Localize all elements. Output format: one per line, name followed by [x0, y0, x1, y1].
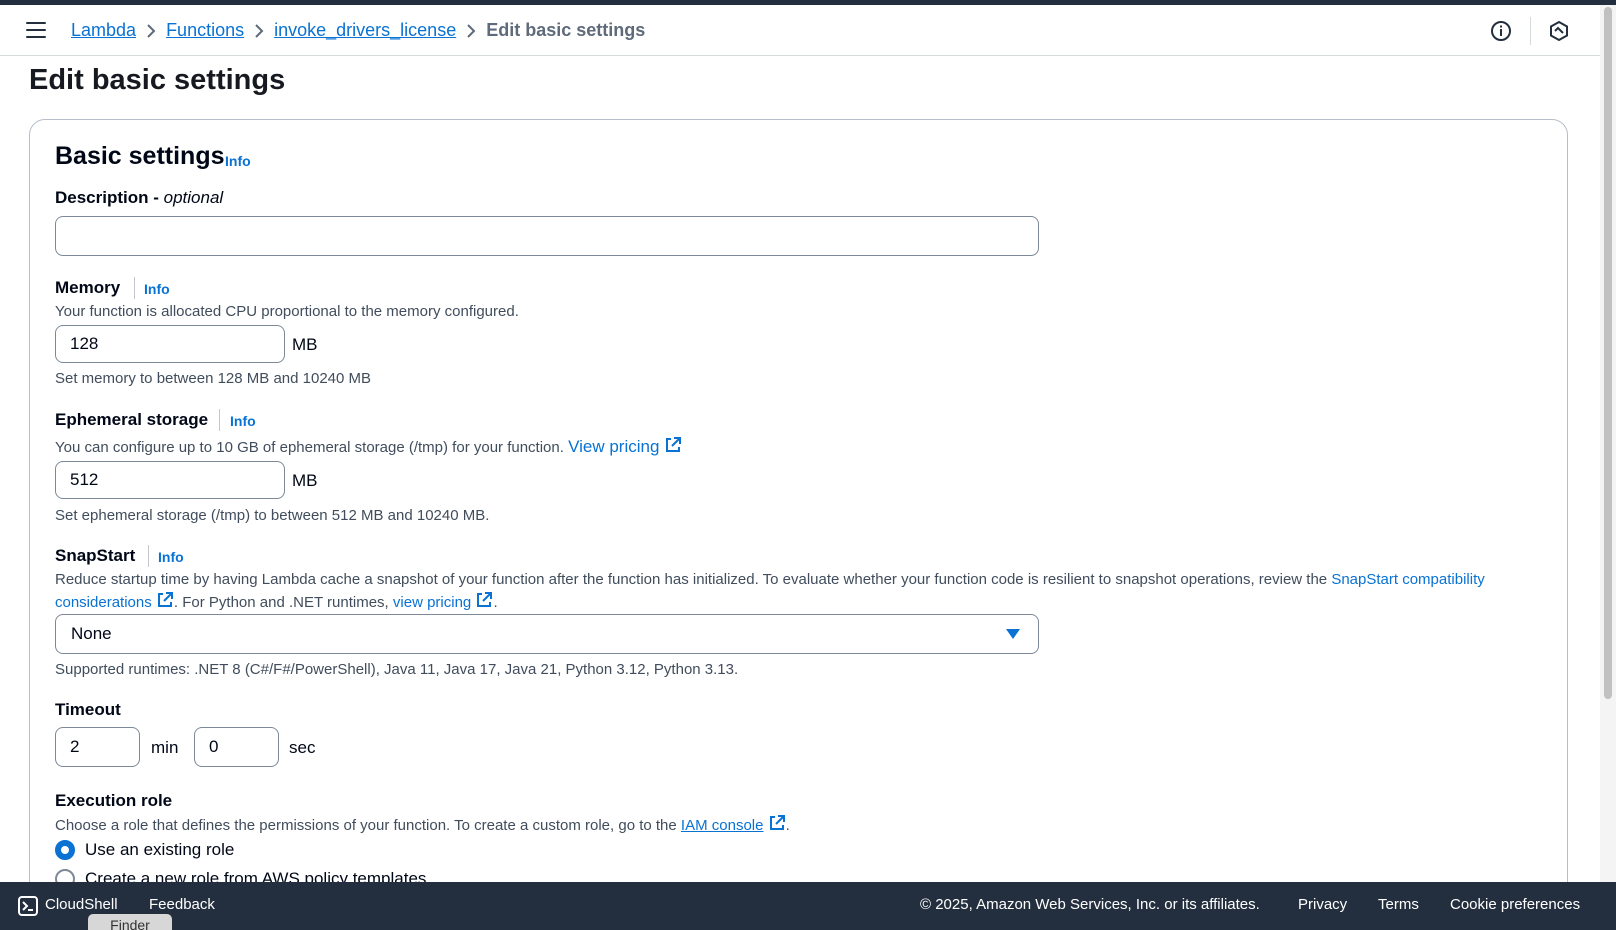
- description-label: Description - optional: [55, 188, 223, 208]
- breadcrumb-current: Edit basic settings: [486, 20, 646, 40]
- description-input[interactable]: [55, 216, 1039, 256]
- snapstart-help-line1: Reduce startup time by having Lambda cac…: [55, 571, 1485, 588]
- memory-info-link[interactable]: Info: [144, 281, 170, 297]
- timeout-min-input[interactable]: 2: [55, 727, 140, 767]
- cookie-preferences-link[interactable]: Cookie preferences: [1450, 896, 1580, 913]
- label-divider: [219, 409, 220, 431]
- ephemeral-view-pricing-link[interactable]: View pricing: [568, 437, 682, 456]
- page-title: Edit basic settings: [29, 64, 286, 96]
- breadcrumb-lambda[interactable]: Lambda: [71, 20, 136, 41]
- label-divider: [134, 277, 135, 299]
- breadcrumb-functions[interactable]: Functions: [166, 20, 244, 41]
- console-footer: CloudShell Feedback © 2025, Amazon Web S…: [0, 882, 1616, 930]
- scrollbar-thumb[interactable]: [1604, 7, 1612, 699]
- menu-icon[interactable]: [26, 22, 46, 40]
- breadcrumb-function-name[interactable]: invoke_drivers_license: [274, 20, 456, 41]
- basic-settings-card: Basic settings Info Description - option…: [29, 119, 1568, 919]
- memory-label: Memory: [55, 278, 121, 297]
- snapstart-help-end: .: [493, 594, 498, 611]
- cloudshell-terminal-icon[interactable]: [18, 896, 38, 916]
- notifications-hex-icon[interactable]: [1548, 20, 1570, 42]
- execution-role-help-sentence: Choose a role that defines the permissio…: [55, 817, 677, 834]
- terms-link[interactable]: Terms: [1378, 896, 1419, 913]
- timeout-label: Timeout: [55, 700, 121, 719]
- caret-down-icon: [1006, 629, 1020, 639]
- iam-console-link[interactable]: IAM console: [681, 817, 764, 834]
- description-label-text: Description -: [55, 188, 164, 207]
- dock-finder-tooltip: Finder: [88, 914, 172, 930]
- execution-role-label: Execution role: [55, 791, 173, 810]
- snapstart-supported-runtimes: Supported runtimes: .NET 8 (C#/F#/PowerS…: [55, 661, 739, 678]
- memory-input[interactable]: 128: [55, 325, 285, 363]
- snapstart-compat-link-cont[interactable]: considerations: [55, 594, 152, 611]
- ephemeral-unit: MB: [292, 471, 318, 490]
- breadcrumb: Lambda Functions invoke_drivers_license …: [71, 20, 645, 41]
- chevron-right-icon: [456, 23, 486, 39]
- snapstart-selected-value: None: [71, 624, 112, 643]
- radio-label-use-existing-role[interactable]: Use an existing role: [85, 840, 234, 860]
- breadcrumb-bar: Lambda Functions invoke_drivers_license …: [0, 5, 1600, 56]
- ephemeral-help-sentence: You can configure up to 10 GB of ephemer…: [55, 439, 564, 456]
- snapstart-view-pricing-link[interactable]: view pricing: [393, 594, 471, 611]
- section-heading: Basic settings: [55, 142, 225, 170]
- ephemeral-storage-input[interactable]: 512: [55, 461, 285, 499]
- memory-unit: MB: [292, 335, 318, 354]
- snapstart-help-mid: . For Python and .NET runtimes,: [173, 594, 389, 611]
- external-link-icon: [157, 592, 173, 607]
- view-pricing-text[interactable]: View pricing: [568, 437, 659, 456]
- memory-constraint: Set memory to between 128 MB and 10240 M…: [55, 370, 372, 387]
- snapstart-help-line2: considerations . For Python and .NET run…: [55, 591, 498, 611]
- ephemeral-help-text: You can configure up to 10 GB of ephemer…: [55, 436, 682, 457]
- external-link-icon: [477, 592, 493, 607]
- ephemeral-storage-label: Ephemeral storage: [55, 410, 209, 429]
- feedback-button[interactable]: Feedback: [149, 896, 215, 913]
- memory-help-text: Your function is allocated CPU proportio…: [55, 303, 519, 320]
- ephemeral-constraint: Set ephemeral storage (/tmp) to between …: [55, 507, 490, 524]
- cloudshell-button[interactable]: CloudShell: [45, 896, 118, 913]
- execution-role-help: Choose a role that defines the permissio…: [55, 814, 790, 834]
- description-optional-text: optional: [163, 188, 224, 207]
- snapstart-select[interactable]: None: [55, 614, 1039, 654]
- info-circle-icon[interactable]: [1490, 20, 1512, 42]
- timeout-sec-unit: sec: [289, 738, 316, 757]
- page-scrollbar[interactable]: [1600, 5, 1616, 882]
- header-divider: [1530, 17, 1531, 45]
- label-divider: [148, 545, 149, 567]
- timeout-sec-input[interactable]: 0: [194, 727, 279, 767]
- ephemeral-info-link[interactable]: Info: [230, 413, 256, 429]
- chevron-right-icon: [244, 23, 274, 39]
- chevron-right-icon: [136, 23, 166, 39]
- privacy-link[interactable]: Privacy: [1298, 896, 1347, 913]
- external-link-icon: [666, 437, 682, 452]
- execution-role-help-end: .: [785, 817, 790, 834]
- timeout-min-unit: min: [151, 738, 179, 757]
- snapstart-help-sentence: Reduce startup time by having Lambda cac…: [55, 571, 1328, 588]
- snapstart-info-link[interactable]: Info: [158, 549, 184, 565]
- snapstart-compat-link[interactable]: SnapStart compatibility: [1331, 571, 1484, 588]
- radio-use-existing-role[interactable]: [55, 840, 75, 860]
- external-link-icon: [769, 815, 785, 830]
- basic-settings-info-link[interactable]: Info: [225, 153, 251, 169]
- copyright-text: © 2025, Amazon Web Services, Inc. or its…: [920, 896, 1260, 913]
- snapstart-label: SnapStart: [55, 546, 136, 565]
